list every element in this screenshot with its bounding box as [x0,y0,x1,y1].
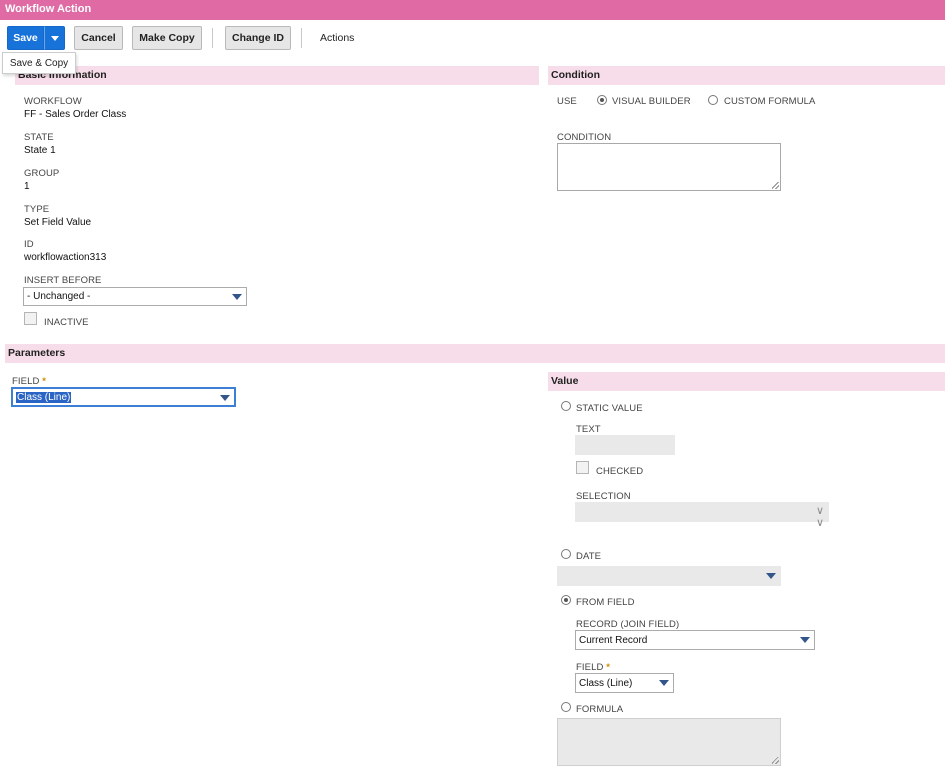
toolbar-divider [212,28,213,48]
value-field-label: FIELD * [576,662,610,673]
custom-formula-radio[interactable] [708,95,718,105]
state-value: State 1 [24,145,56,156]
value-header: Value [548,372,945,391]
double-chevron-down-icon: ∨ ∨ [815,505,824,529]
chevron-down-icon [766,573,776,579]
section-title: Condition [551,69,600,81]
field-label: FIELD * [12,376,46,387]
type-label: TYPE [24,204,50,215]
record-join-field-select[interactable]: Current Record [575,630,815,650]
visual-builder-radio[interactable] [597,95,607,105]
resize-grip-icon[interactable] [772,757,779,764]
type-value: Set Field Value [24,217,92,228]
chevron-down-icon [50,35,59,41]
insert-before-value: - Unchanged - [27,291,91,302]
from-field-radio[interactable] [561,595,571,605]
cancel-button[interactable]: Cancel [74,26,123,50]
window-title: Workflow Action [5,3,92,15]
record-join-field-value: Current Record [579,634,648,646]
make-copy-button[interactable]: Make Copy [132,26,202,50]
workflow-label: WORKFLOW [24,96,82,107]
save-and-copy-menu-item[interactable]: Save & Copy [2,52,76,74]
chevron-down-icon [232,294,242,300]
date-radio[interactable] [561,549,571,559]
text-label: TEXT [576,424,601,435]
date-label: DATE [576,551,602,562]
save-button[interactable]: Save [7,26,44,50]
static-value-radio[interactable] [561,401,571,411]
custom-formula-label: CUSTOM FORMULA [724,96,816,107]
field-label-text: FIELD [12,376,40,387]
toolbar-divider [301,28,302,48]
basic-information-header: Basic Information [15,66,539,85]
state-label: STATE [24,132,54,143]
date-select[interactable] [557,566,781,586]
group-label: GROUP [24,168,60,179]
formula-label: FORMULA [576,704,624,715]
required-marker: * [42,376,46,387]
value-field-select[interactable]: Class (Line) [575,673,674,693]
section-title: Parameters [8,347,66,359]
use-label: USE [557,96,577,107]
resize-grip-icon[interactable] [772,182,779,189]
visual-builder-label: VISUAL BUILDER [612,96,691,107]
chevron-down-icon [800,637,810,643]
static-value-label: STATIC VALUE [576,403,643,414]
formula-textarea[interactable] [557,718,781,766]
condition-textarea[interactable] [557,143,781,191]
field-select-value: Class (Line) [16,391,72,403]
insert-before-select[interactable]: - Unchanged - [23,287,247,306]
formula-radio[interactable] [561,702,571,712]
record-join-field-label: RECORD (JOIN FIELD) [576,619,680,630]
field-select[interactable]: Class (Line) [11,387,236,407]
condition-header: Condition [548,66,945,85]
workflow-value: FF - Sales Order Class [24,109,127,120]
actions-menu[interactable]: Actions [320,32,354,44]
checked-checkbox[interactable] [576,461,589,474]
chevron-down-icon [659,680,669,686]
inactive-label: INACTIVE [44,317,89,328]
from-field-label: FROM FIELD [576,597,635,608]
inactive-checkbox[interactable] [24,312,37,325]
section-title: Value [551,375,579,387]
insert-before-label: INSERT BEFORE [24,275,102,286]
id-label: ID [24,239,34,250]
value-field-value: Class (Line) [579,677,633,689]
text-input[interactable] [575,435,675,455]
condition-label: CONDITION [557,132,612,143]
chevron-down-icon [220,395,230,401]
change-id-button[interactable]: Change ID [225,26,291,50]
group-value: 1 [24,181,30,192]
value-field-label-text: FIELD [576,662,604,673]
selection-label: SELECTION [576,491,631,502]
selection-select[interactable]: ∨ ∨ [575,502,829,529]
checked-label: CHECKED [596,466,644,477]
parameters-header: Parameters [5,344,945,363]
window-titlebar: Workflow Action [0,0,945,20]
required-marker: * [606,662,610,673]
save-dropdown-button[interactable] [44,26,65,50]
id-value: workflowaction313 [24,252,107,263]
